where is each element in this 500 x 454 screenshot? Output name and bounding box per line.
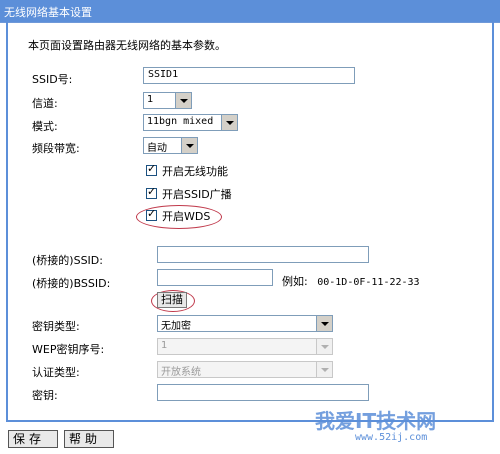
bridge-ssid-label: (桥接的)SSID:: [32, 254, 103, 267]
chevron-down-icon: [316, 316, 332, 331]
frame-right-border: [492, 22, 494, 422]
watermark-logo: 我爱IT技术网: [315, 409, 437, 433]
enable-wds-label: 开启WDS: [162, 210, 211, 223]
auth-type-value: 开放系统: [161, 367, 201, 378]
wep-index-select[interactable]: 1: [157, 338, 333, 355]
watermark-url: www.52ij.com: [355, 432, 428, 443]
wireless-settings-page: 无线网络基本设置 本页面设置路由器无线网络的基本参数。 SSID号: SSID1…: [0, 0, 500, 454]
chevron-down-icon: [316, 339, 332, 354]
key-input[interactable]: [157, 384, 369, 401]
chevron-down-icon: [221, 115, 237, 130]
wep-index-label: WEP密钥序号:: [32, 343, 105, 356]
auth-type-select[interactable]: 开放系统: [157, 361, 333, 378]
channel-select[interactable]: 1: [143, 92, 192, 109]
auth-type-label: 认证类型:: [32, 366, 80, 379]
bridge-bssid-input[interactable]: [157, 269, 273, 286]
channel-value: 1: [147, 94, 154, 105]
page-title: 无线网络基本设置: [4, 6, 92, 19]
bandwidth-select[interactable]: 自动: [143, 137, 198, 154]
enable-wireless-label: 开启无线功能: [162, 165, 228, 178]
bssid-example-label: 例如:: [282, 275, 308, 288]
chevron-down-icon: [175, 93, 191, 108]
title-bar: 无线网络基本设置: [0, 0, 500, 23]
bssid-example-value: 00-1D-0F-11-22-33: [317, 277, 420, 288]
save-button[interactable]: 保存: [8, 430, 58, 448]
bridge-bssid-label: (桥接的)BSSID:: [32, 277, 111, 290]
ssid-label: SSID号:: [32, 73, 73, 86]
page-description: 本页面设置路由器无线网络的基本参数。: [28, 39, 226, 52]
scan-button[interactable]: 扫描: [157, 292, 187, 308]
mode-value: 11bgn mixed: [147, 116, 214, 127]
help-button[interactable]: 帮助: [64, 430, 114, 448]
enable-wireless-checkbox[interactable]: [146, 162, 157, 176]
ssid-input[interactable]: SSID1: [143, 67, 355, 84]
enable-ssid-broadcast-checkbox[interactable]: [146, 185, 157, 199]
bandwidth-label: 频段带宽:: [32, 142, 80, 155]
bridge-ssid-input[interactable]: [157, 246, 369, 263]
bssid-example: 例如: 00-1D-0F-11-22-33: [282, 273, 420, 289]
chevron-down-icon: [316, 362, 332, 377]
channel-label: 信道:: [32, 97, 58, 110]
ssid-value: SSID1: [148, 69, 179, 80]
key-type-label: 密钥类型:: [32, 320, 80, 333]
mode-select[interactable]: 11bgn mixed: [143, 114, 238, 131]
chevron-down-icon: [181, 138, 197, 153]
key-type-select[interactable]: 无加密: [157, 315, 333, 332]
key-label: 密钥:: [32, 389, 58, 402]
bandwidth-value: 自动: [147, 143, 167, 154]
frame-left-border: [6, 22, 8, 422]
key-type-value: 无加密: [161, 321, 191, 332]
enable-wds-checkbox[interactable]: [146, 207, 157, 221]
enable-ssid-broadcast-label: 开启SSID广播: [162, 188, 232, 201]
wep-index-value: 1: [161, 340, 168, 351]
mode-label: 模式:: [32, 120, 58, 133]
